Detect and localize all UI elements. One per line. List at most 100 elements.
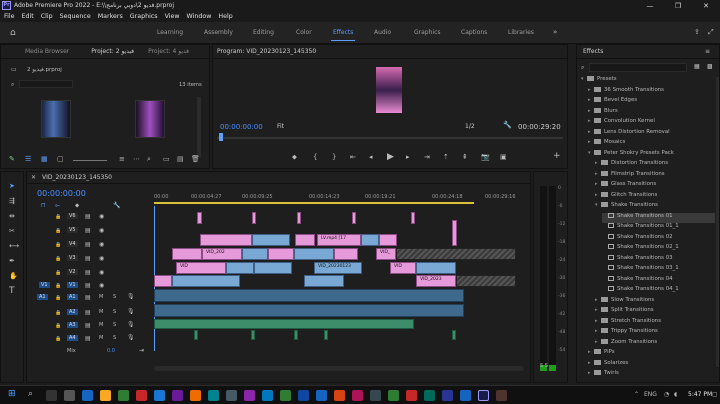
effect-folder-item[interactable]: ▸ Trippy Transitions: [595, 328, 715, 338]
search-icon[interactable]: ⌕: [28, 389, 33, 399]
sync-lock-icon[interactable]: ▤: [85, 241, 91, 248]
workspace-color[interactable]: Color: [296, 29, 312, 36]
effects-panel-title[interactable]: Effects: [583, 48, 603, 55]
video-clip[interactable]: VID: [176, 262, 226, 274]
lock-icon[interactable]: 🔒: [55, 214, 61, 220]
effect-folder-item[interactable]: ▸ Bevel Edges: [588, 97, 715, 107]
playhead-bar[interactable]: [217, 137, 563, 139]
language-label[interactable]: ENG: [644, 391, 657, 398]
workspace-libraries[interactable]: Libraries: [508, 29, 534, 36]
effect-preset-item[interactable]: Shake Transitions 01: [602, 212, 715, 223]
lock-icon[interactable]: 🔒: [55, 256, 61, 262]
video-clip[interactable]: [254, 262, 292, 274]
effect-preset-item[interactable]: Shake Transitions 04_1: [602, 286, 715, 296]
task-view-icon[interactable]: [46, 390, 57, 401]
track-name[interactable]: V3: [67, 255, 78, 261]
add-marker-icon[interactable]: ⬥: [292, 153, 297, 162]
menu-sequence[interactable]: Sequence: [60, 13, 91, 20]
eye-icon[interactable]: ◉: [99, 255, 104, 262]
lock-icon[interactable]: 🔒: [55, 228, 61, 234]
video-clip[interactable]: [154, 275, 172, 287]
effect-preset-item[interactable]: Shake Transitions 03_1: [602, 265, 715, 275]
sync-lock-icon[interactable]: ▤: [85, 294, 91, 301]
video-clip[interactable]: [197, 212, 202, 224]
menu-edit[interactable]: Edit: [22, 13, 34, 20]
clock[interactable]: 5:47 PM: [688, 391, 712, 398]
video-clip[interactable]: [334, 248, 358, 260]
workspace-captions[interactable]: Captions: [461, 29, 487, 36]
mute-icon[interactable]: M: [99, 322, 103, 328]
menu-window[interactable]: Window: [187, 13, 212, 20]
widgets-icon[interactable]: [64, 390, 75, 401]
tab-project-4[interactable]: Project: فديو 4: [148, 48, 189, 55]
effect-folder-item[interactable]: ▸ Solarizes: [588, 359, 715, 370]
minimize-icon[interactable]: —: [636, 2, 664, 10]
workspace-editing[interactable]: Editing: [253, 29, 274, 36]
audio-clip[interactable]: [154, 304, 464, 317]
wrench-icon[interactable]: 🔧: [503, 121, 512, 129]
sort-icon[interactable]: ≡: [119, 155, 125, 163]
sync-lock-icon[interactable]: ▤: [85, 309, 91, 316]
video-clip[interactable]: [416, 262, 456, 274]
effect-folder-item[interactable]: ▸ Glass Transitions: [595, 181, 715, 191]
lock-icon[interactable]: 🔒: [55, 336, 61, 342]
zoom-slider[interactable]: [73, 160, 107, 161]
go-to-in-icon[interactable]: ⇤: [350, 153, 356, 161]
new-bin-icon[interactable]: ▭: [163, 155, 170, 163]
program-monitor-title[interactable]: Program: VID_20230123_145350: [217, 48, 316, 55]
close-tab-icon[interactable]: ✕: [31, 174, 36, 181]
app-icon[interactable]: [154, 390, 165, 401]
workspace-audio[interactable]: Audio: [374, 29, 391, 36]
video-clip[interactable]: [252, 212, 256, 224]
go-to-out-icon[interactable]: ⇥: [424, 153, 430, 161]
program-timecode[interactable]: 00:00:00:00: [220, 123, 263, 131]
menu-help[interactable]: Help: [218, 13, 232, 20]
audio-clip[interactable]: [294, 330, 298, 340]
app-icon[interactable]: [370, 390, 381, 401]
effects-scrollbar[interactable]: [716, 77, 719, 367]
add-button-icon[interactable]: +: [553, 151, 561, 161]
menu-graphics[interactable]: Graphics: [130, 13, 158, 20]
effect-folder-item[interactable]: ▸ Filmstrip Transitions: [595, 170, 715, 181]
app-icon[interactable]: [262, 390, 273, 401]
effects-search-input[interactable]: [589, 63, 687, 72]
mark-in-icon[interactable]: {: [313, 153, 317, 161]
track-name[interactable]: V1: [67, 282, 78, 288]
app-icon[interactable]: [334, 390, 345, 401]
effect-folder-item[interactable]: ▸ Zoom Transitions: [595, 338, 715, 349]
effect-folder-item[interactable]: ▾ Peter Shokry Presets Pack: [588, 149, 715, 160]
video-clip[interactable]: [172, 248, 202, 260]
sync-lock-icon[interactable]: ▤: [85, 255, 91, 262]
fit-dropdown[interactable]: Fit: [277, 123, 284, 130]
play-icon[interactable]: ▶: [387, 152, 394, 162]
eye-icon[interactable]: ◉: [99, 227, 104, 234]
lock-icon[interactable]: 🔒: [55, 242, 61, 248]
sync-lock-icon[interactable]: ▤: [85, 335, 91, 342]
effect-folder-item[interactable]: ▸ 36 Smooth Transitions: [588, 86, 715, 97]
lock-icon[interactable]: 🔒: [55, 323, 61, 329]
solo-icon[interactable]: S: [113, 335, 116, 341]
freeform-view-icon[interactable]: ▢: [57, 155, 64, 163]
app-icon[interactable]: [190, 390, 201, 401]
go-to-end-icon[interactable]: ⇥: [139, 347, 144, 354]
video-clip[interactable]: [268, 248, 294, 260]
export-frame-icon[interactable]: 📷: [481, 153, 490, 161]
trash-icon[interactable]: 🗑: [191, 155, 200, 163]
video-clip[interactable]: VID_2023: [416, 275, 456, 287]
track-name[interactable]: A4: [67, 335, 78, 341]
wifi-icon[interactable]: ◔: [664, 391, 669, 398]
accelerated-effects-icon[interactable]: ▦: [694, 63, 700, 70]
effect-folder-item[interactable]: ▸ Distortion Transitions: [595, 160, 715, 170]
project-scrollbar[interactable]: [197, 97, 201, 157]
lock-icon[interactable]: 🔒: [55, 295, 61, 301]
video-clip[interactable]: [411, 212, 415, 224]
edge-icon[interactable]: [82, 390, 93, 401]
chrome-icon[interactable]: [118, 390, 129, 401]
sync-lock-icon[interactable]: ▤: [85, 269, 91, 276]
microphone-icon[interactable]: 🎙: [127, 308, 135, 315]
type-tool-icon[interactable]: T: [9, 286, 15, 296]
playhead-marker-icon[interactable]: [219, 133, 223, 141]
video-clip[interactable]: [352, 212, 356, 224]
eye-icon[interactable]: ◉: [99, 269, 104, 276]
app-icon[interactable]: [136, 390, 147, 401]
